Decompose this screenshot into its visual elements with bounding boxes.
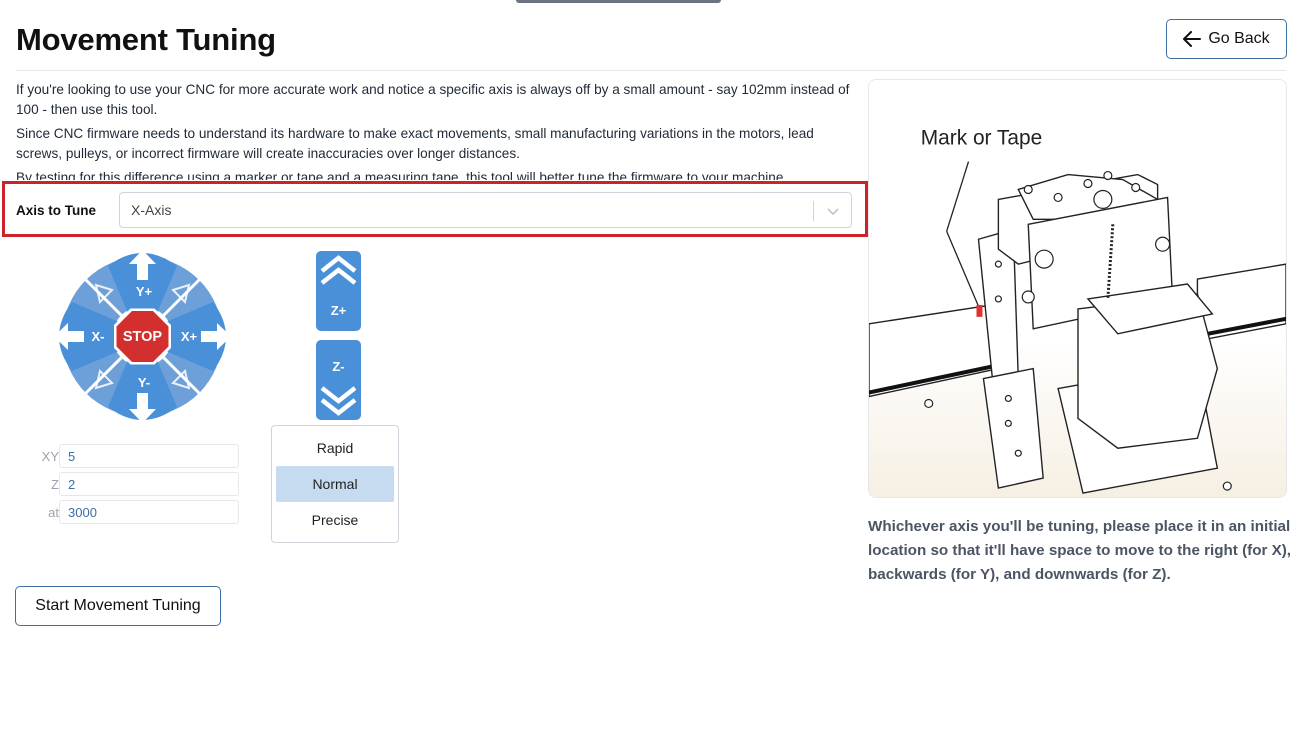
z-minus-label: Z-	[332, 359, 344, 374]
xy-step-row: XY	[30, 444, 240, 468]
stop-button[interactable]: STOP	[114, 308, 171, 365]
z-plus-label: Z+	[331, 303, 347, 318]
y-plus-label: Y+	[136, 284, 153, 299]
cnc-gantry-drawing: Mark or Tape	[869, 80, 1286, 497]
speed-option-precise[interactable]: Precise	[276, 502, 394, 538]
jog-z-minus-button[interactable]: Z-	[316, 340, 361, 420]
speed-option-rapid[interactable]: Rapid	[276, 430, 394, 466]
y-minus-label: Y-	[138, 375, 150, 390]
xy-step-input[interactable]	[59, 444, 239, 468]
axis-select-value: X-Axis	[131, 202, 172, 218]
description-paragraph: By testing for this difference using a m…	[16, 170, 788, 180]
feedrate-input[interactable]	[59, 500, 239, 524]
axis-select[interactable]: X-Axis	[119, 192, 852, 228]
feedrate-label: at	[48, 505, 59, 520]
speed-option-normal[interactable]: Normal	[276, 466, 394, 502]
placement-instruction: Whichever axis you'll be tuning, please …	[868, 518, 1292, 583]
tape-mark	[976, 304, 983, 317]
header-divider	[16, 70, 1286, 71]
z-control: Z+ Z-	[316, 251, 361, 420]
xy-step-label: XY	[41, 449, 59, 464]
description: If you're looking to use your CNC for mo…	[16, 80, 861, 180]
arrow-left-icon	[1183, 31, 1202, 47]
description-paragraph: If you're looking to use your CNC for mo…	[16, 82, 850, 117]
go-back-button[interactable]: Go Back	[1166, 19, 1287, 59]
jog-control: Y+ Y- X+ X- STOP	[54, 250, 231, 423]
z-step-row: Z	[30, 472, 240, 496]
feedrate-row: at	[30, 500, 240, 524]
machine-illustration: Mark or Tape	[868, 79, 1287, 498]
axis-to-tune-label: Axis to Tune	[16, 203, 97, 218]
description-paragraph: Since CNC firmware needs to understand i…	[16, 126, 814, 161]
jog-z-plus-button[interactable]: Z+	[316, 251, 361, 331]
select-separator	[813, 201, 814, 221]
go-back-label: Go Back	[1208, 30, 1270, 47]
page-title: Movement Tuning	[16, 22, 276, 57]
illustration-callout: Mark or Tape	[921, 127, 1042, 150]
z-step-label: Z	[51, 477, 59, 492]
stop-label: STOP	[123, 329, 163, 345]
window-drag-handle	[516, 0, 721, 3]
start-movement-tuning-button[interactable]: Start Movement Tuning	[15, 586, 221, 626]
z-step-input[interactable]	[59, 472, 239, 496]
x-plus-label: X+	[181, 329, 198, 344]
x-minus-label: X-	[92, 329, 105, 344]
speed-selector: Rapid Normal Precise	[271, 425, 399, 543]
chevron-down-icon[interactable]	[825, 203, 841, 219]
